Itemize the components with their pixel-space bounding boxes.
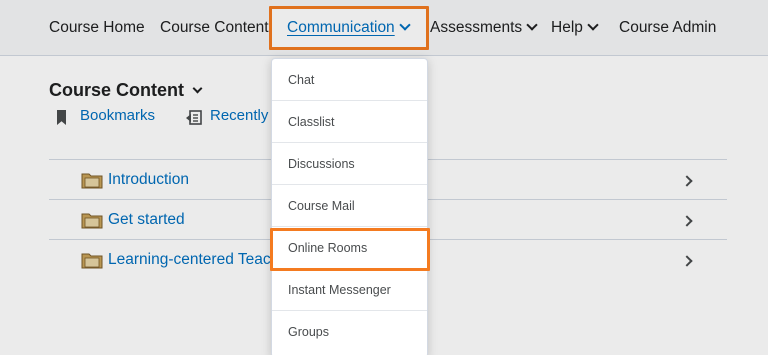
recently-visited-link[interactable]: Recently [210, 107, 268, 124]
nav-assessments-label: Assessments [430, 19, 523, 36]
bookmark-icon [57, 110, 66, 125]
menu-item-instant-messenger[interactable]: Instant Messenger [272, 269, 427, 311]
nav-help-label: Help [551, 19, 583, 36]
menu-item-label: Groups [288, 325, 329, 339]
chevron-down-icon [399, 19, 411, 31]
module-link-introduction[interactable]: Introduction [108, 171, 189, 189]
module-link-get-started[interactable]: Get started [108, 211, 185, 229]
chevron-down-icon [587, 19, 599, 31]
menu-item-label: Instant Messenger [288, 283, 391, 297]
folder-icon [81, 173, 103, 189]
bookmarks-link[interactable]: Bookmarks [80, 107, 155, 124]
chevron-right-icon[interactable] [681, 255, 693, 267]
menu-item-label: Chat [288, 73, 315, 87]
menu-item-label: Classlist [288, 115, 335, 129]
menu-item-groups[interactable]: Groups [272, 311, 427, 353]
page-title-label: Course Content [49, 80, 184, 100]
folder-icon [81, 213, 103, 229]
nav-course-admin[interactable]: Course Admin [619, 18, 716, 38]
nav-communication-label: Communication [287, 19, 395, 36]
nav-course-home[interactable]: Course Home [49, 18, 145, 38]
recent-icon [186, 110, 202, 125]
nav-help[interactable]: Help [551, 18, 599, 38]
chevron-down-icon [192, 83, 203, 94]
page-title[interactable]: Course Content [49, 80, 203, 101]
menu-item-discussions[interactable]: Discussions [272, 143, 427, 185]
chevron-right-icon[interactable] [681, 175, 693, 187]
communication-dropdown: Chat Classlist Discussions Course Mail O… [271, 58, 428, 355]
menu-item-label: Discussions [288, 157, 355, 171]
menu-item-classlist[interactable]: Classlist [272, 101, 427, 143]
nav-communication[interactable]: Communication [287, 18, 411, 38]
chevron-right-icon[interactable] [681, 215, 693, 227]
folder-icon [81, 253, 103, 269]
menu-item-label: Course Mail [288, 199, 355, 213]
module-link-learning-centered[interactable]: Learning-centered Teac [108, 251, 271, 269]
online-rooms-highlight-box [270, 228, 430, 271]
nav-course-content[interactable]: Course Content [160, 18, 269, 38]
course-navbar: Course Home Course Content Communication… [0, 0, 768, 56]
chevron-down-icon [526, 19, 538, 31]
menu-item-chat[interactable]: Chat [272, 59, 427, 101]
nav-assessments[interactable]: Assessments [430, 18, 538, 38]
menu-item-course-mail[interactable]: Course Mail [272, 185, 427, 227]
